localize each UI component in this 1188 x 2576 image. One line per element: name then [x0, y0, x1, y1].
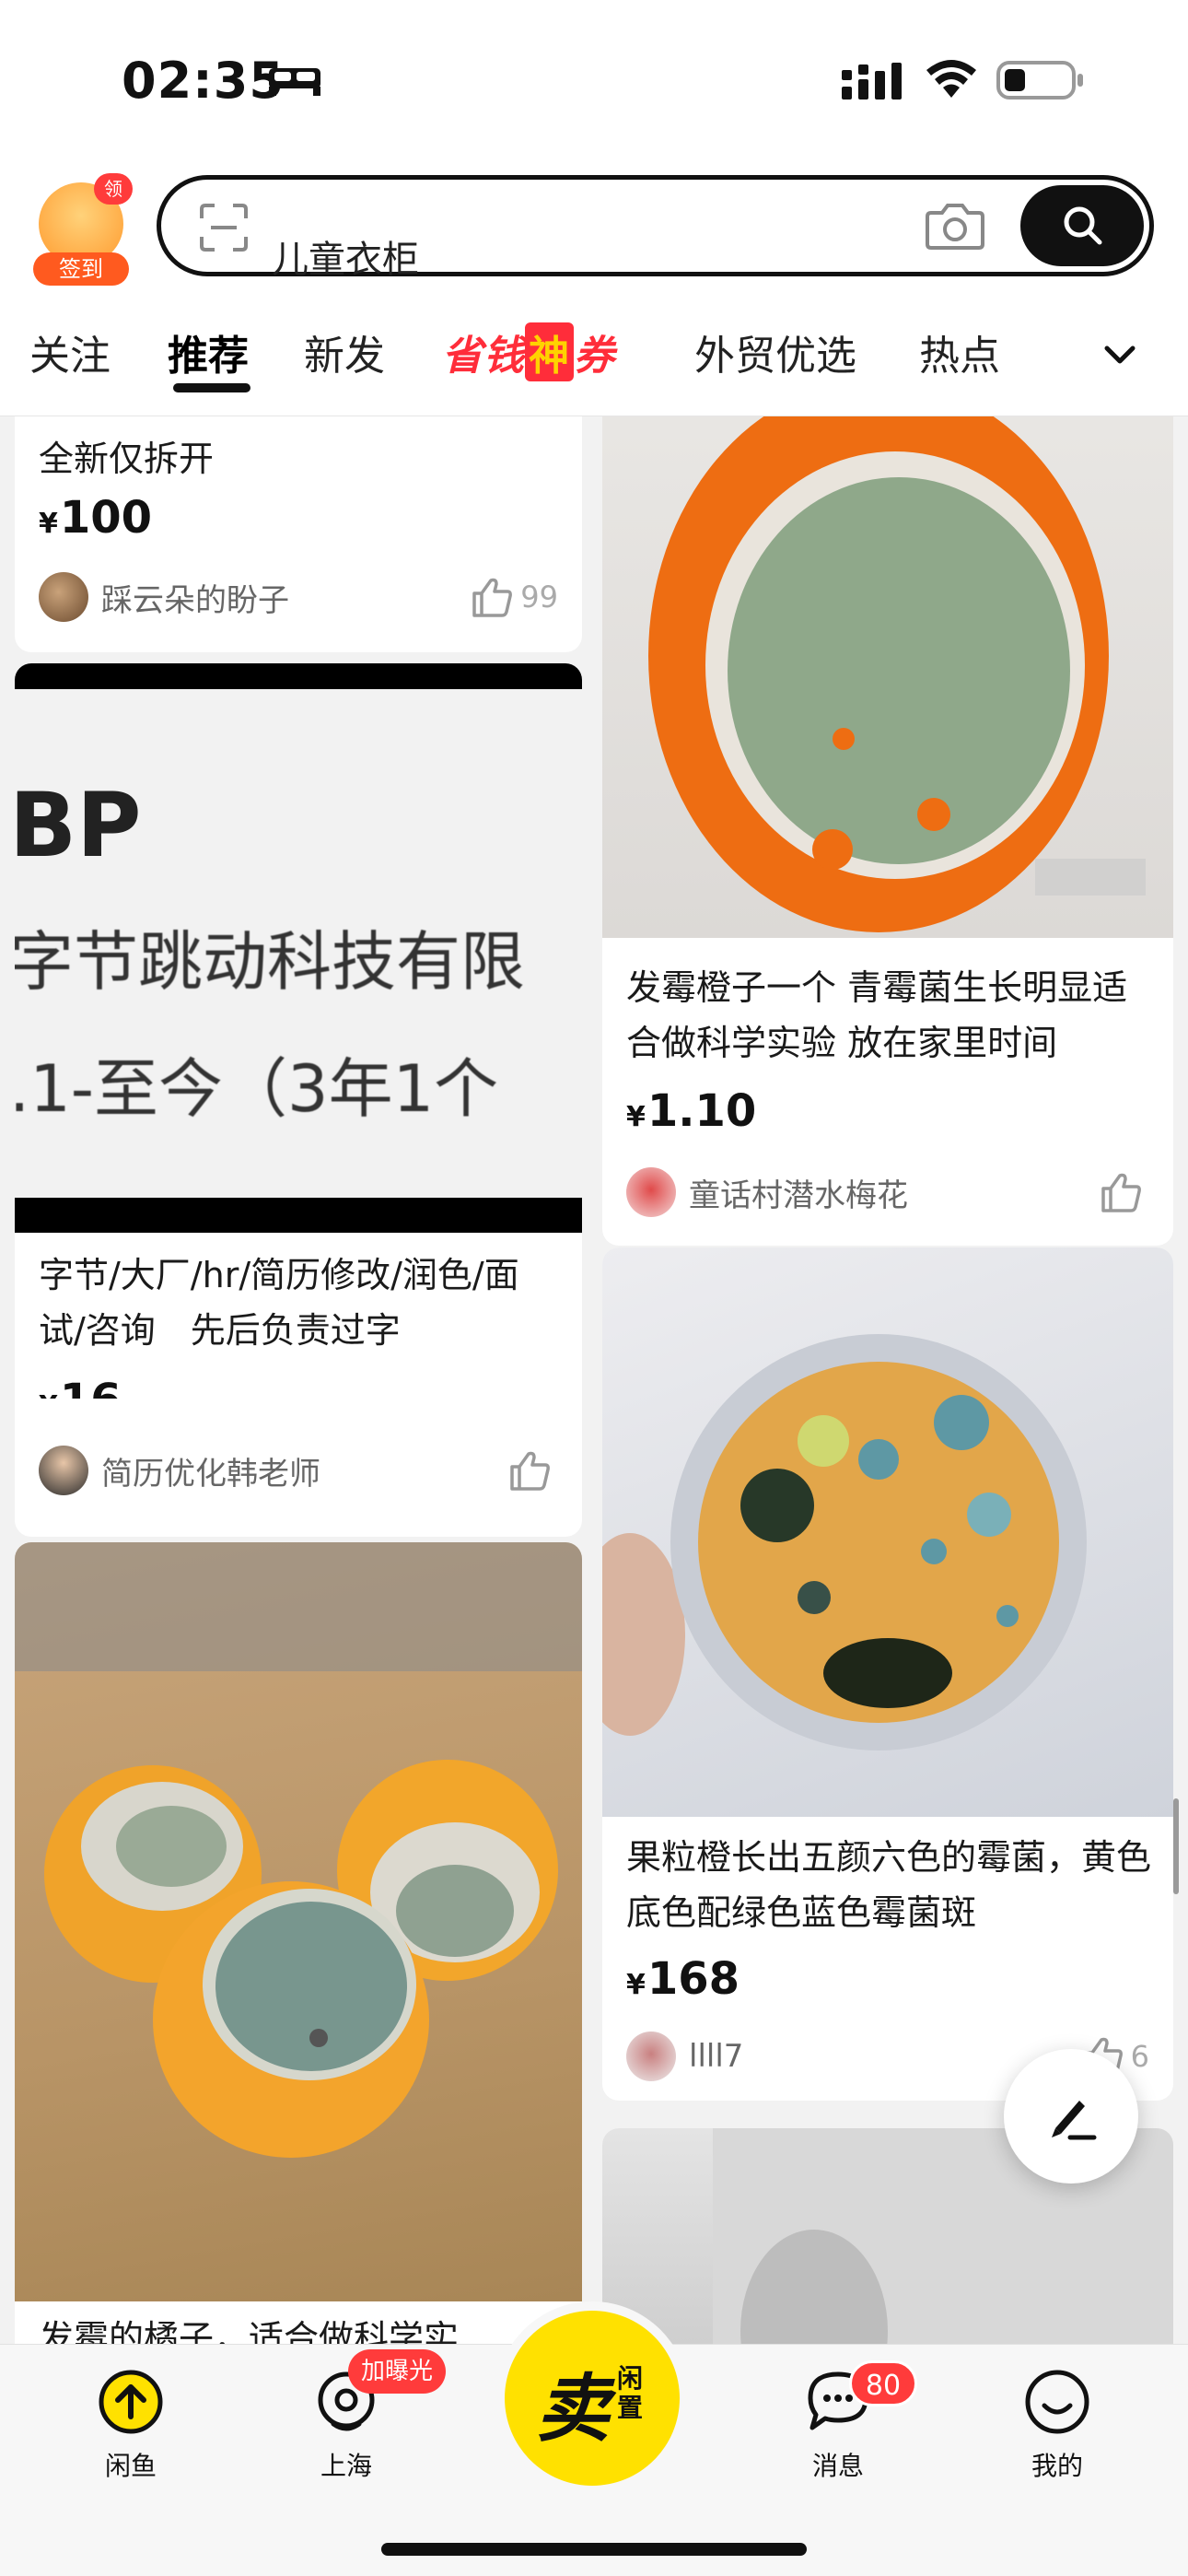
- category-tabs: 关注 推荐 新发 省钱神券 外贸优选 热点: [0, 295, 1188, 416]
- home-up-arrow-icon: [99, 2370, 163, 2434]
- like-count: 6: [1130, 2039, 1149, 2074]
- product-title: 发霉的橘子，适合做科学实: [39, 2318, 460, 2344]
- nav-home[interactable]: 闲鱼: [66, 2369, 195, 2483]
- status-bar: 02:35: [0, 0, 1188, 157]
- product-card[interactable]: 果粒橙长出五颜六色的霉菌，黄色底色配绿色蓝色霉菌斑 ¥168 llll7 6: [602, 1247, 1173, 2101]
- search-icon: [1064, 206, 1102, 245]
- product-price: ¥100: [39, 492, 152, 544]
- thumbs-up-icon: [510, 1451, 550, 1491]
- unread-count-badge: 80: [849, 2360, 917, 2406]
- moldy-juice-photo: [602, 1334, 1087, 1751]
- tab-hot[interactable]: 热点: [919, 322, 1000, 381]
- sell-sub-label: 闲置: [616, 2363, 643, 2423]
- search-button[interactable]: [1020, 185, 1144, 266]
- seller-name: 童话村潜水梅花: [689, 1177, 908, 1214]
- seller-name: 简历优化韩老师: [101, 1455, 320, 1493]
- currency-symbol: ¥: [39, 508, 58, 540]
- moldy-orange-photo: [648, 416, 1146, 932]
- promo-bolt-tag: 神: [525, 322, 574, 381]
- promo-tab-label: 省钱: [442, 333, 525, 380]
- product-image: [602, 1247, 1173, 1817]
- seller-name: llll7: [689, 2038, 744, 2075]
- avatar: [626, 1167, 676, 1217]
- sell-label: 卖: [536, 2366, 610, 2452]
- scan-icon[interactable]: [198, 202, 250, 253]
- nav-profile-label: 我的: [1031, 2451, 1083, 2481]
- product-card-footer[interactable]: 童话村潜水梅花: [602, 1153, 1173, 1246]
- active-tab-indicator: [173, 383, 250, 392]
- moldy-tangerines-photo: [15, 1542, 582, 2158]
- thumbs-up-icon: [472, 578, 513, 617]
- cellular-signal-icon: [842, 63, 902, 100]
- like-count: 99: [520, 580, 558, 615]
- thumbs-up-icon: [1101, 1173, 1141, 1212]
- product-card[interactable]: BP 字节跳动科技有限 .1-至今（3年1个 字节/大厂/hr/简历修改/润色/…: [15, 663, 582, 1428]
- product-image: [15, 1542, 582, 2301]
- like-button[interactable]: 99: [471, 571, 558, 623]
- scrollbar[interactable]: [1173, 1798, 1179, 1894]
- search-bar[interactable]: 儿童衣柜: [157, 175, 1154, 281]
- image-text: 字节跳动科技有限: [15, 924, 525, 1000]
- search-header: 领 签到 儿童衣柜: [0, 157, 1188, 295]
- tab-save-money-coupon[interactable]: 省钱神券: [442, 322, 615, 381]
- seller-name: 踩云朵的盼子: [101, 581, 289, 619]
- like-button[interactable]: [1100, 1166, 1149, 1218]
- currency-symbol: ¥: [626, 1969, 646, 2001]
- camera-icon[interactable]: [926, 200, 984, 252]
- promo-tab-suffix: 券: [574, 333, 615, 380]
- price-value: 168: [646, 1953, 740, 2005]
- seller[interactable]: 踩云朵的盼子: [39, 571, 289, 623]
- nav-location-label: 上海: [320, 2451, 372, 2481]
- avatar: [39, 1446, 88, 1495]
- sign-in-badge[interactable]: 领 签到: [33, 173, 134, 286]
- product-title: 字节/大厂/hr/简历修改/润色/面试/咨询 先后负责过字: [39, 1255, 519, 1351]
- image-text: BP: [15, 774, 142, 877]
- nav-messages-label: 消息: [811, 2451, 864, 2481]
- pen-icon: [1052, 2101, 1097, 2140]
- nav-home-label: 闲鱼: [104, 2451, 157, 2481]
- tab-new[interactable]: 新发: [304, 322, 385, 381]
- claim-tag: 领: [94, 173, 133, 205]
- home-indicator[interactable]: [381, 2543, 807, 2556]
- battery-icon: [996, 61, 1083, 100]
- avatar: [39, 572, 88, 622]
- sell-idle-button[interactable]: 卖 闲置: [505, 2311, 680, 2486]
- sign-in-label: 签到: [33, 252, 129, 286]
- seller[interactable]: 简历优化韩老师: [39, 1445, 320, 1496]
- product-image: [602, 416, 1173, 938]
- seller[interactable]: llll7: [626, 2031, 743, 2082]
- search-input[interactable]: 儿童衣柜: [272, 229, 419, 283]
- product-title: 果粒橙长出五颜六色的霉菌，黄色底色配绿色蓝色霉菌斑: [626, 1837, 1152, 1933]
- product-price: ¥168: [626, 1953, 740, 2005]
- avatar: [626, 2032, 676, 2081]
- currency-symbol: ¥: [626, 1101, 646, 1133]
- product-title: 全新仅拆开: [39, 439, 215, 479]
- seller[interactable]: 童话村潜水梅花: [626, 1166, 908, 1218]
- product-card-footer[interactable]: 简历优化韩老师: [15, 1399, 582, 1537]
- clock: 02:35: [122, 52, 285, 110]
- product-card[interactable]: 全新仅拆开 ¥100 踩云朵的盼子 99: [15, 416, 582, 652]
- image-text: .1-至今（3年1个: [15, 1051, 499, 1127]
- product-price: ¥1.10: [626, 1085, 756, 1137]
- product-feed: 全新仅拆开 ¥100 踩云朵的盼子 99 BP 字节跳动科技有限 .1-至今（3…: [0, 416, 1188, 2344]
- price-value: 100: [59, 492, 153, 544]
- like-button[interactable]: [508, 1445, 558, 1496]
- tab-recommend[interactable]: 推荐: [168, 322, 249, 381]
- smiley-face-icon: [1025, 2370, 1089, 2434]
- product-image: BP 字节跳动科技有限 .1-至今（3年1个: [15, 663, 582, 1233]
- nav-profile[interactable]: 我的: [993, 2369, 1122, 2483]
- product-title: 发霉橙子一个 青霉菌生长明显适合做科学实验 放在家里时间: [626, 967, 1128, 1063]
- product-card[interactable]: 发霉橙子一个 青霉菌生长明显适合做科学实验 放在家里时间 ¥1.10: [602, 416, 1173, 1196]
- tab-foreign-trade[interactable]: 外贸优选: [694, 322, 856, 381]
- product-card[interactable]: 发霉的橘子，适合做科学实: [15, 1542, 582, 2344]
- tab-follow[interactable]: 关注: [29, 322, 111, 381]
- sleep-bed-icon: [269, 68, 320, 96]
- chevron-down-icon[interactable]: [1101, 343, 1138, 367]
- exposure-badge[interactable]: 加曝光: [348, 2349, 447, 2394]
- publish-button[interactable]: [1004, 2049, 1138, 2184]
- price-value: 1.10: [646, 1085, 757, 1137]
- wifi-icon: [926, 60, 976, 98]
